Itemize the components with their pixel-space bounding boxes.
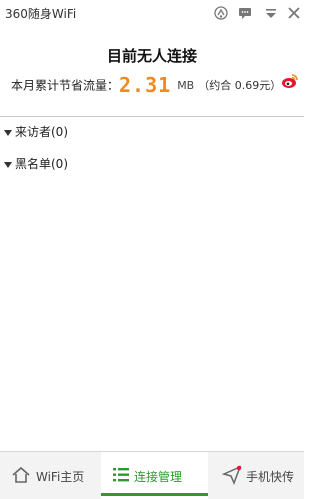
close-icon[interactable] (287, 6, 301, 20)
header-divider (0, 116, 304, 117)
weibo-share-icon[interactable] (281, 72, 299, 90)
traffic-cost: （约合 0.69元） (198, 79, 282, 92)
active-tab-indicator (101, 493, 208, 496)
skin-icon[interactable] (214, 6, 228, 20)
tab-label: 手机快传 (246, 470, 295, 484)
group-label: 来访者(0) (15, 125, 68, 139)
traffic-label: 本月累计节省流量： (11, 78, 120, 93)
tab-label: 连接管理 (134, 470, 183, 484)
home-icon (12, 466, 30, 483)
traffic-unit: MB (177, 78, 195, 92)
traffic-value: 2.31 (119, 73, 172, 97)
bottom-tab-bar: WiFi主页 连接管理 手机快传 (0, 451, 304, 499)
group-label: 黑名单(0) (15, 157, 68, 171)
connection-header: 目前无人连接 本月累计节省流量：2.31 MB （约合 0.69元） (0, 26, 304, 116)
menu-icon[interactable] (264, 6, 278, 20)
tab-label: WiFi主页 (36, 470, 85, 484)
traffic-savings: 本月累计节省流量：2.31 MB （约合 0.69元） (11, 73, 282, 97)
list-icon (113, 468, 129, 482)
tab-wifi-home[interactable]: WiFi主页 (0, 452, 101, 499)
title-bar: 360随身WiFi (0, 0, 304, 26)
expand-triangle-icon (4, 129, 12, 136)
tab-connection-manage[interactable]: 连接管理 (101, 452, 208, 499)
tab-phone-transfer[interactable]: 手机快传 (208, 452, 304, 499)
send-icon (222, 465, 242, 485)
expand-triangle-icon (4, 161, 12, 168)
feedback-icon[interactable] (238, 6, 252, 20)
visitors-group[interactable]: 来访者(0) (4, 123, 68, 141)
blacklist-group[interactable]: 黑名单(0) (4, 155, 68, 173)
connection-status: 目前无人连接 (106, 47, 197, 65)
app-title: 360随身WiFi (5, 7, 77, 21)
